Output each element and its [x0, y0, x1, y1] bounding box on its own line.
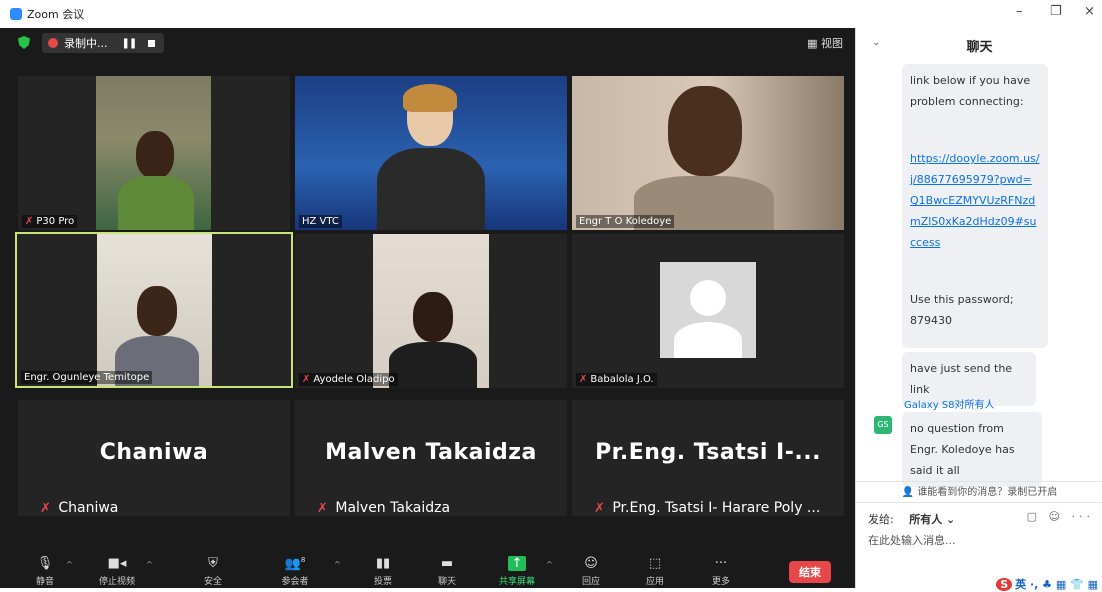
chat-panel: ⌄ 聊天 link below if you have problem conn…	[855, 28, 1102, 591]
participant-video	[572, 76, 844, 230]
participants-icon: 👥8	[284, 556, 306, 572]
meeting-toolbar: 🎙 静音 ^ ■◂ 停止视频 ^ ⛨ 安全 👥8 参会者 ^ ▮▮ 投票 ▬ 聊…	[0, 552, 855, 588]
apps-icon: ⬚	[648, 556, 662, 571]
recipient-row: 发给: 所有人 ⌄	[868, 513, 956, 526]
chat-sender: Galaxy S8对所有人	[904, 400, 995, 411]
video-tile-active-speaker[interactable]: Engr. Ogunleye Temitope	[15, 232, 293, 388]
participant-display-name: Chaniwa	[99, 440, 209, 465]
participants-button[interactable]: 👥8 参会者	[270, 556, 320, 587]
end-meeting-button[interactable]: 结束	[789, 561, 831, 583]
minimize-button[interactable]: –	[1016, 4, 1023, 19]
chat-message: link below if you have problem connectin…	[902, 64, 1048, 348]
chat-tools[interactable]: ▢ ☺ ···	[1027, 510, 1094, 523]
window-title: Zoom 会议	[27, 8, 85, 21]
mic-muted-icon: ✗	[40, 501, 51, 516]
share-arrow-icon: ↑	[492, 556, 542, 572]
video-tile[interactable]: HZ VTC	[295, 76, 567, 230]
participant-video	[97, 234, 212, 386]
participant-video	[373, 234, 489, 388]
share-screen-button[interactable]: ↑ 共享屏幕	[492, 556, 542, 587]
recording-label: 录制中...	[64, 37, 108, 50]
share-options-caret[interactable]: ^	[546, 560, 553, 569]
video-tile[interactable]: ✗ Ayodele Oladipo	[295, 234, 567, 388]
zoom-logo-icon	[10, 8, 22, 20]
reactions-button[interactable]: ☺ 回应	[566, 556, 616, 587]
ellipsis-icon: ···	[714, 556, 728, 571]
chat-bubble-icon: ▬	[440, 556, 454, 571]
chat-input[interactable]: 在此处输入消息...	[868, 532, 956, 548]
video-tile[interactable]: ✗ Babalola J.O.	[572, 234, 844, 388]
video-camera-icon: ■◂	[107, 556, 127, 571]
participant-name-label: ✗ Ayodele Oladipo	[299, 373, 398, 386]
chat-message: no question from Engr. Koledoye has said…	[902, 412, 1042, 487]
mute-button[interactable]: 🎙 静音	[20, 556, 70, 587]
mic-muted-icon: ✗	[594, 501, 605, 516]
message-visibility-notice[interactable]: 👤 谁能看到你的消息？录制已开启	[856, 481, 1102, 503]
person-icon: 👤	[901, 487, 915, 498]
participant-display-name: Pr.Eng. Tsatsi I-...	[595, 440, 821, 465]
security-button[interactable]: ⛨ 安全	[188, 556, 238, 587]
window-titlebar: Zoom 会议 – ❐ ×	[0, 0, 1102, 28]
video-options-caret[interactable]: ^	[146, 560, 153, 569]
participant-name-label: ✗ Pr.Eng. Tsatsi I- Harare Poly ...	[594, 500, 821, 516]
chat-button[interactable]: ▬ 聊天	[422, 556, 472, 587]
video-tile[interactable]: Engr T O Koledoye	[572, 76, 844, 230]
restore-button[interactable]: ❐	[1050, 4, 1062, 19]
participant-display-name: Malven Takaidza	[325, 440, 537, 465]
meeting-area: 录制中... ❚❚ ▦ 视图 ✗ P30 Pro HZ VTC Engr T O …	[0, 28, 855, 588]
participant-video	[96, 76, 211, 230]
chat-title: 聊天	[966, 40, 993, 55]
security-shield-icon[interactable]	[18, 36, 30, 49]
recording-dot-icon	[48, 38, 58, 48]
default-avatar-icon	[660, 262, 756, 358]
emoji-icon: ☺	[584, 556, 598, 571]
audio-options-caret[interactable]: ^	[66, 560, 73, 569]
polls-button[interactable]: ▮▮ 投票	[358, 556, 408, 587]
bar-chart-icon: ▮▮	[375, 556, 391, 571]
mic-muted-icon: ✗	[317, 501, 328, 516]
video-tile[interactable]: ✗ P30 Pro	[18, 76, 290, 230]
participant-name-label: Engr T O Koledoye	[576, 215, 675, 228]
microphone-icon: 🎙	[36, 556, 54, 571]
ime-logo-icon: S	[996, 578, 1013, 591]
close-button[interactable]: ×	[1084, 4, 1095, 19]
name-card-tile[interactable]: Pr.Eng. Tsatsi I-... ✗ Pr.Eng. Tsatsi I-…	[572, 400, 844, 516]
apps-button[interactable]: ⬚ 应用	[630, 556, 680, 587]
mic-muted-icon: ✗	[25, 216, 34, 227]
ime-toolbar[interactable]: S英 ·, ♣ ▦ 👕 ▦	[996, 576, 1098, 592]
meeting-link[interactable]: https://dooyle.zoom.us/j/88677695979?pwd…	[910, 152, 1040, 249]
stop-recording-button[interactable]	[148, 39, 156, 47]
mic-muted-icon: ✗	[302, 374, 311, 385]
chat-header: ⌄ 聊天	[856, 28, 1102, 60]
participants-options-caret[interactable]: ^	[334, 560, 341, 569]
chat-message-text: link below if you have problem connectin…	[910, 74, 1031, 108]
participant-name-label: ✗ Babalola J.O.	[576, 373, 657, 386]
meeting-topbar: 录制中... ❚❚ ▦ 视图	[0, 28, 855, 58]
name-card-tile[interactable]: Chaniwa ✗ Chaniwa	[18, 400, 290, 516]
participant-name-label: ✗ Malven Takaidza	[317, 500, 451, 516]
mic-muted-icon: ✗	[579, 374, 588, 385]
pause-recording-button[interactable]: ❚❚	[122, 38, 138, 49]
more-button[interactable]: ··· 更多	[696, 556, 746, 587]
recipient-dropdown[interactable]: 所有人 ⌄	[909, 513, 955, 526]
participant-name-label: ✗ Chaniwa	[40, 500, 119, 516]
view-button[interactable]: ▦ 视图	[807, 35, 843, 51]
shield-icon: ⛨	[208, 556, 218, 571]
participant-name-label: Engr. Ogunleye Temitope	[21, 371, 153, 384]
chat-message-text: Use this password; 879430	[910, 293, 1014, 327]
participant-name-label: HZ VTC	[299, 215, 342, 228]
avatar: GS	[874, 416, 892, 434]
name-card-tile[interactable]: Malven Takaidza ✗ Malven Takaidza	[295, 400, 567, 516]
participant-video	[295, 76, 567, 230]
participant-name-label: ✗ P30 Pro	[22, 215, 78, 228]
recording-indicator: 录制中... ❚❚	[42, 33, 164, 53]
stop-video-button[interactable]: ■◂ 停止视频	[92, 556, 142, 587]
